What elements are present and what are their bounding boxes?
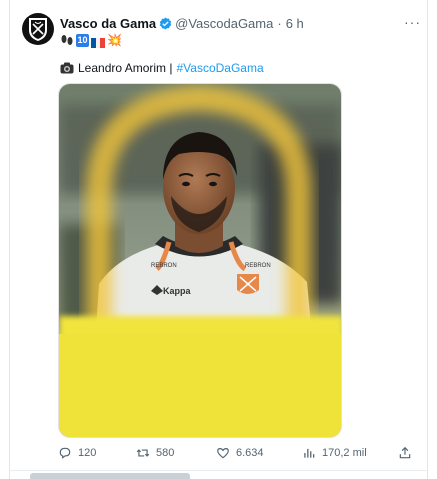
divider: [9, 470, 428, 471]
action-bar: 120 580 6.634 170,2 mil: [58, 446, 418, 462]
svg-text:REBRON: REBRON: [245, 263, 271, 269]
share-button[interactable]: [398, 446, 412, 460]
views-button[interactable]: 170,2 mil: [302, 446, 367, 460]
verified-badge-icon: [159, 17, 172, 29]
author-name[interactable]: Vasco da Gama: [60, 16, 156, 31]
tweet-header: Vasco da Gama @VascodaGama · 6 h: [60, 14, 420, 32]
retweet-count: 580: [156, 447, 175, 459]
more-options-icon[interactable]: ···: [404, 14, 421, 30]
collision-emoji: 💥: [107, 33, 122, 47]
reply-icon: [59, 447, 71, 459]
next-tweet-preview: [30, 473, 190, 479]
france-flag-icon: [91, 35, 105, 48]
avatar[interactable]: [22, 13, 54, 45]
like-count: 6.634: [236, 447, 264, 459]
retweet-button[interactable]: 580: [136, 446, 174, 460]
retweet-icon: [136, 449, 150, 457]
bar-chart-icon: [304, 448, 315, 458]
heart-icon: [217, 448, 229, 459]
photo-credit: Leandro Amorim | #VascoDaGama: [60, 61, 264, 75]
reply-button[interactable]: 120: [58, 446, 96, 460]
separator-dot: ·: [277, 15, 282, 31]
credit-text: Leandro Amorim |: [78, 61, 173, 75]
reply-count: 120: [78, 447, 97, 459]
svg-text:Kappa: Kappa: [163, 286, 192, 296]
hashtag-link[interactable]: #VascoDaGama: [177, 61, 264, 75]
timestamp[interactable]: 6 h: [286, 16, 304, 31]
player-photo: REBRON REBRON Kappa: [59, 84, 341, 437]
views-count: 170,2 mil: [322, 447, 367, 459]
camera-icon: [60, 62, 74, 74]
like-button[interactable]: 6.634: [216, 446, 264, 460]
author-handle[interactable]: @VascodaGama: [175, 16, 273, 31]
footprints-icon: [61, 35, 73, 45]
vasco-crest-icon: [29, 18, 47, 41]
keycap-ten: 10: [76, 33, 89, 47]
tweet-photo[interactable]: REBRON REBRON Kappa: [58, 83, 342, 438]
svg-text:REBRON: REBRON: [151, 263, 177, 269]
share-icon: [399, 446, 411, 459]
emoji-line: 10 💥: [60, 33, 122, 48]
